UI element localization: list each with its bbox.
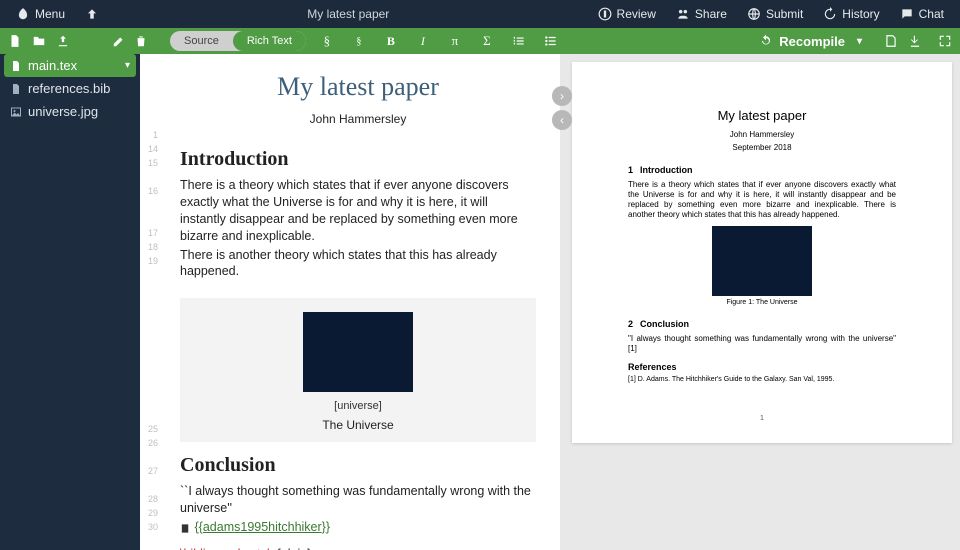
pdf-page-number: 1 xyxy=(628,415,896,424)
image-icon xyxy=(10,106,22,118)
pdf-section-2: 2Conclusion xyxy=(628,319,896,330)
chevron-down-icon[interactable]: ▾ xyxy=(125,60,130,71)
pdf-paragraph: "I always thought something was fundamen… xyxy=(628,334,896,354)
trash-icon[interactable] xyxy=(134,34,148,48)
leaf-icon xyxy=(16,7,30,21)
figure-caption: The Universe xyxy=(180,418,536,432)
file-universe-jpg[interactable]: universe.jpg xyxy=(0,100,140,123)
chat-button[interactable]: Chat xyxy=(892,0,952,28)
editor-mode-toggle[interactable]: Source Rich Text xyxy=(170,31,306,51)
pdf-author: John Hammersley xyxy=(628,130,896,140)
review-icon xyxy=(598,7,612,21)
numbered-list-button[interactable] xyxy=(508,30,530,52)
rich-text-document[interactable]: My latest paper John Hammersley Introduc… xyxy=(162,54,560,550)
recompile-button[interactable]: Recompile ▾ xyxy=(747,28,874,54)
chat-icon xyxy=(900,7,914,21)
subsection-icon[interactable]: § xyxy=(348,30,370,52)
pdf-preview[interactable]: My latest paper John Hammersley Septembe… xyxy=(564,54,960,550)
paragraph: There is a theory which states that if e… xyxy=(180,177,536,245)
up-button[interactable] xyxy=(77,0,107,28)
file-tree: main.tex ▾ references.bib universe.jpg xyxy=(0,54,140,550)
section-icon[interactable]: § xyxy=(316,30,338,52)
submit-button[interactable]: Submit xyxy=(739,0,811,28)
menu-label: Menu xyxy=(35,7,65,21)
doc-title: My latest paper xyxy=(180,72,536,102)
heading-conclusion: Conclusion xyxy=(180,454,536,477)
pdf-reference-item: [1] D. Adams. The Hitchhiker's Guide to … xyxy=(628,376,896,385)
collapse-left-icon[interactable]: ‹ xyxy=(552,110,572,130)
menu-button[interactable]: Menu xyxy=(8,0,73,28)
history-icon xyxy=(823,7,837,21)
display-math-button[interactable]: Σ xyxy=(476,30,498,52)
refresh-icon xyxy=(759,34,773,48)
paragraph: ``I always thought something was fundame… xyxy=(180,483,536,517)
workspace: main.tex ▾ references.bib universe.jpg 1… xyxy=(0,54,960,550)
editor-pane[interactable]: 1141516171819252627282930 My latest pape… xyxy=(140,54,560,550)
pdf-date: September 2018 xyxy=(628,143,896,153)
pdf-figure-caption: Figure 1: The Universe xyxy=(628,299,896,308)
collapse-right-icon[interactable]: › xyxy=(552,86,572,106)
file-icon xyxy=(10,60,22,72)
figure-block[interactable]: [universe] The Universe xyxy=(180,298,536,442)
new-file-icon[interactable] xyxy=(8,34,22,48)
review-button[interactable]: Review xyxy=(590,0,664,28)
bold-button[interactable]: B xyxy=(380,30,402,52)
file-icon xyxy=(10,83,22,95)
figure-label: [universe] xyxy=(180,400,536,412)
history-button[interactable]: History xyxy=(815,0,887,28)
download-pdf-icon[interactable] xyxy=(908,34,922,48)
project-title: My latest paper xyxy=(107,7,590,21)
pdf-title: My latest paper xyxy=(628,108,896,124)
pdf-paragraph: There is a theory which states that if e… xyxy=(628,180,896,220)
rename-icon[interactable] xyxy=(112,34,126,48)
globe-icon xyxy=(747,7,761,21)
source-tab[interactable]: Source xyxy=(170,31,233,51)
pdf-figure-image xyxy=(712,226,812,296)
italic-button[interactable]: I xyxy=(412,30,434,52)
line-gutter: 1141516171819252627282930 xyxy=(140,54,162,550)
paragraph: There is another theory which states tha… xyxy=(180,247,536,281)
upload-icon[interactable] xyxy=(56,34,70,48)
heading-introduction: Introduction xyxy=(180,148,536,171)
bibstyle-line: \bibliographystyle{plain} xyxy=(180,546,536,550)
doc-author: John Hammersley xyxy=(180,112,536,126)
chevron-down-icon[interactable]: ▾ xyxy=(857,36,862,47)
book-icon xyxy=(180,522,191,533)
logs-icon[interactable] xyxy=(884,34,898,48)
share-button[interactable]: Share xyxy=(668,0,735,28)
menubar: Menu My latest paper Review Share Submit… xyxy=(0,0,960,28)
arrow-up-icon xyxy=(85,7,99,21)
file-main-tex[interactable]: main.tex ▾ xyxy=(4,54,136,77)
new-folder-icon[interactable] xyxy=(32,34,46,48)
rich-text-tab[interactable]: Rich Text xyxy=(233,31,306,51)
pane-divider[interactable]: › ‹ xyxy=(560,54,564,550)
fullscreen-icon[interactable] xyxy=(938,34,952,48)
citation-line: {{adams1995hitchhiker}} xyxy=(180,519,536,536)
inline-math-button[interactable]: π xyxy=(444,30,466,52)
pdf-section-1: 1Introduction xyxy=(628,165,896,176)
pdf-page: My latest paper John Hammersley Septembe… xyxy=(572,62,952,443)
figure-image xyxy=(303,312,413,392)
toolbar: Source Rich Text § § B I π Σ Recompile ▾ xyxy=(0,28,960,54)
file-references-bib[interactable]: references.bib xyxy=(0,77,140,100)
pdf-references-heading: References xyxy=(628,362,896,373)
share-icon xyxy=(676,7,690,21)
bullet-list-button[interactable] xyxy=(540,30,562,52)
